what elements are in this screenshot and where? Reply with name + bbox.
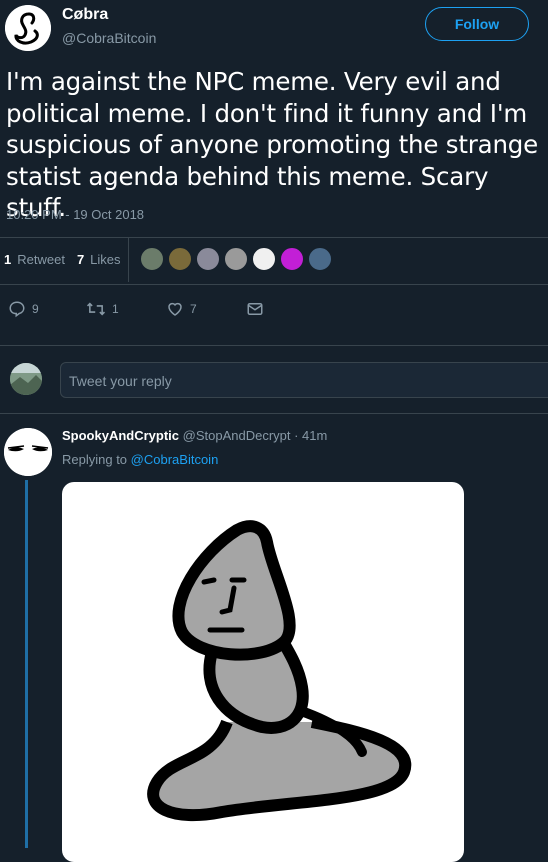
reply-handle-time[interactable]: @StopAndDecrypt · 41m bbox=[183, 428, 328, 443]
author-handle[interactable]: @CobraBitcoin bbox=[62, 30, 156, 46]
current-user-avatar[interactable] bbox=[10, 363, 42, 395]
likers-avatars bbox=[140, 247, 332, 271]
divider bbox=[0, 237, 548, 238]
divider bbox=[0, 345, 548, 346]
thread-line bbox=[25, 480, 28, 848]
author-name[interactable]: Cøbra bbox=[62, 6, 108, 24]
liker-avatar[interactable] bbox=[280, 247, 304, 271]
retweet-count[interactable]: 1 bbox=[4, 252, 11, 267]
reply-meta: SpookyAndCryptic @StopAndDecrypt · 41m bbox=[62, 428, 327, 443]
tweet-text: I'm against the NPC meme. Very evil and … bbox=[6, 67, 538, 222]
tweet-stats: 1 Retweet 7 Likes bbox=[4, 252, 121, 267]
retweet-label[interactable]: Retweet bbox=[17, 252, 65, 267]
liker-avatar[interactable] bbox=[224, 247, 248, 271]
eyes-avatar-icon bbox=[4, 428, 52, 476]
like-action-count: 7 bbox=[190, 302, 197, 316]
liker-avatar[interactable] bbox=[168, 247, 192, 271]
replying-handle[interactable]: @CobraBitcoin bbox=[131, 452, 219, 467]
replying-prefix: Replying to bbox=[62, 452, 128, 467]
npc-cobra-illustration bbox=[147, 520, 412, 822]
reply-action[interactable]: 9 bbox=[8, 300, 39, 318]
liker-avatar[interactable] bbox=[252, 247, 276, 271]
replying-to: Replying to @CobraBitcoin bbox=[62, 452, 218, 467]
reply-image[interactable] bbox=[62, 482, 464, 862]
divider bbox=[0, 284, 548, 285]
dm-action[interactable] bbox=[246, 300, 264, 318]
likes-count[interactable]: 7 bbox=[77, 252, 84, 267]
like-action[interactable]: 7 bbox=[166, 300, 197, 318]
retweet-action[interactable]: 1 bbox=[86, 300, 119, 318]
envelope-icon bbox=[247, 303, 263, 315]
follow-button[interactable]: Follow bbox=[425, 7, 529, 41]
divider bbox=[0, 413, 548, 414]
heart-icon bbox=[168, 302, 182, 316]
reply-input[interactable]: Tweet your reply bbox=[60, 362, 548, 398]
retweet-action-count: 1 bbox=[112, 302, 119, 316]
reply-icon bbox=[9, 301, 25, 318]
tweet-timestamp[interactable]: 10:20 PM - 19 Oct 2018 bbox=[6, 207, 144, 222]
liker-avatar[interactable] bbox=[196, 247, 220, 271]
author-avatar[interactable] bbox=[5, 5, 51, 51]
cobra-logo-icon bbox=[5, 5, 51, 51]
reply-count: 9 bbox=[32, 302, 39, 316]
landscape-avatar-icon bbox=[10, 363, 42, 395]
retweet-icon bbox=[86, 302, 106, 316]
stats-separator bbox=[128, 238, 129, 282]
liker-avatar[interactable] bbox=[140, 247, 164, 271]
likes-label[interactable]: Likes bbox=[90, 252, 120, 267]
liker-avatar[interactable] bbox=[308, 247, 332, 271]
reply-author-avatar[interactable] bbox=[4, 428, 52, 476]
reply-author-name[interactable]: SpookyAndCryptic bbox=[62, 428, 179, 443]
